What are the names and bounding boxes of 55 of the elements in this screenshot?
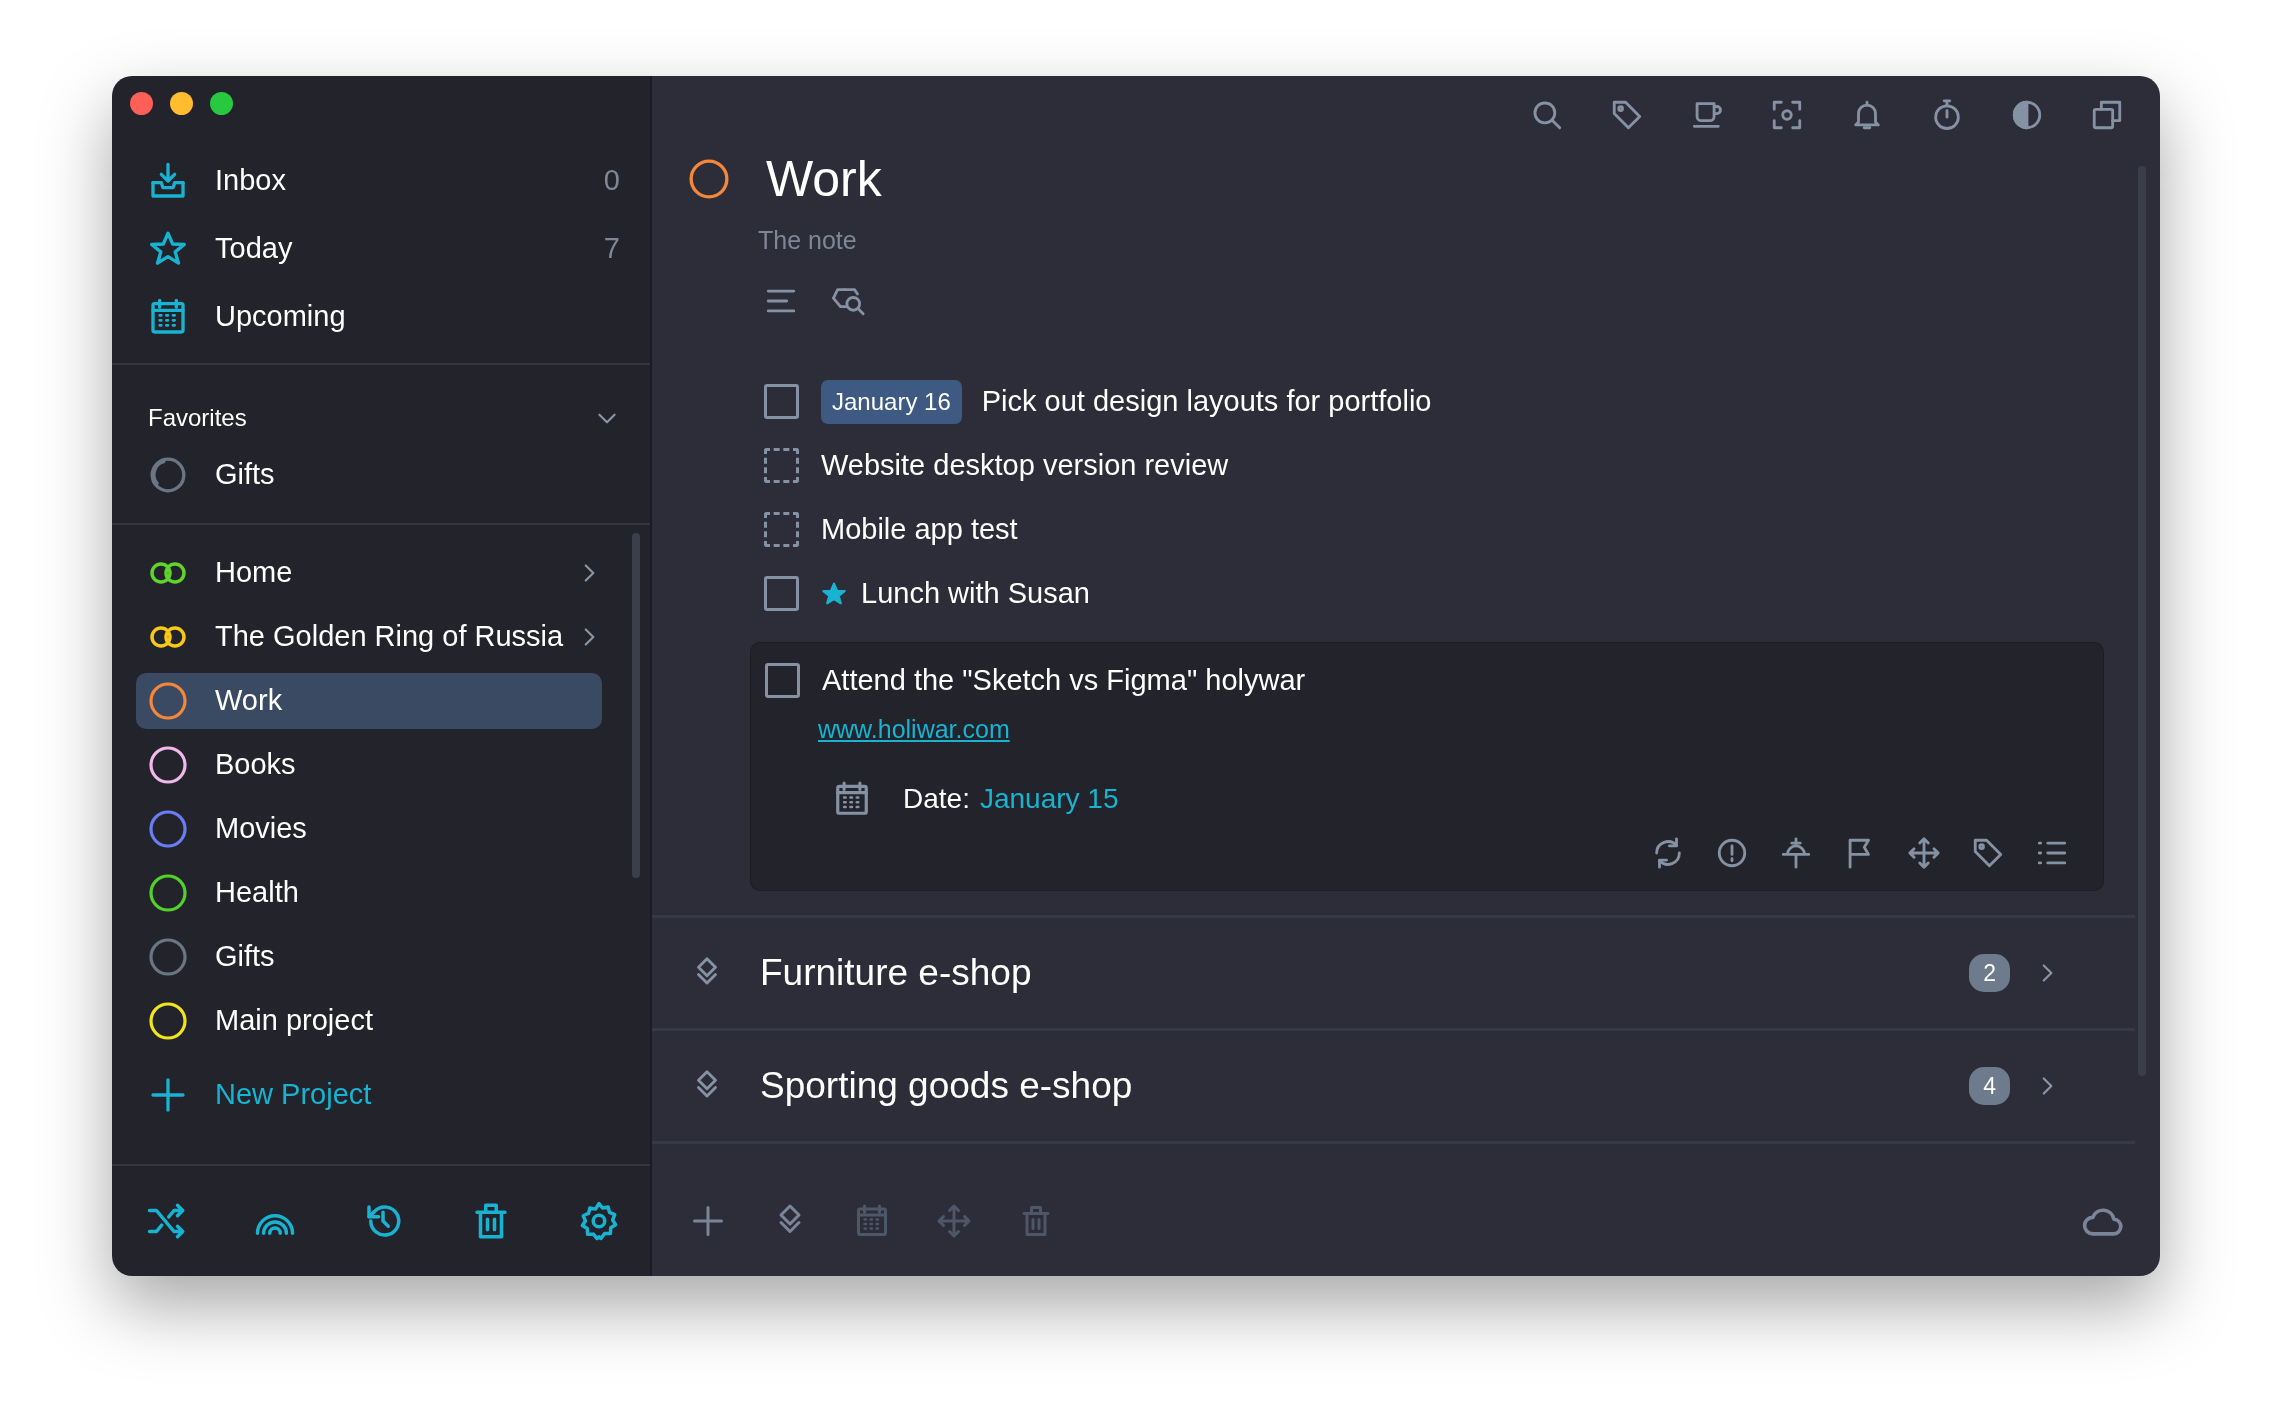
- checkbox[interactable]: [764, 384, 799, 419]
- project-item[interactable]: Movies: [136, 801, 602, 857]
- nav-item[interactable]: Today 7: [112, 215, 650, 283]
- project-item[interactable]: Main project: [136, 993, 602, 1049]
- project-item[interactable]: The Golden Ring of Russia: [136, 609, 602, 665]
- minimize-button[interactable]: [170, 92, 193, 115]
- focus-icon[interactable]: [1770, 98, 1804, 132]
- scrollbar[interactable]: [632, 533, 640, 878]
- count-badge: 4: [1969, 1066, 2010, 1106]
- project-item[interactable]: Health: [136, 865, 602, 921]
- project-item[interactable]: Work: [136, 673, 602, 729]
- calendar-icon: [148, 297, 188, 337]
- date-label: Date:: [903, 782, 970, 816]
- checkbox[interactable]: [764, 448, 799, 483]
- item-count: 7: [603, 231, 620, 267]
- project-item[interactable]: Books: [136, 737, 602, 793]
- plus-icon[interactable]: [690, 1203, 726, 1239]
- project-item[interactable]: Home: [136, 545, 602, 601]
- section-title: Favorites: [148, 403, 247, 433]
- nav-item[interactable]: Upcoming: [112, 283, 650, 351]
- alert-icon[interactable]: [1715, 836, 1749, 870]
- project-item[interactable]: Gifts: [136, 929, 602, 985]
- inbox-icon: [148, 161, 188, 201]
- project-note: The note: [757, 225, 858, 256]
- task-title[interactable]: Lunch with Susan: [861, 571, 1090, 616]
- settings-icon[interactable]: [578, 1200, 620, 1242]
- date-tag: January 16: [821, 379, 962, 424]
- heading-row[interactable]: Sporting goods e-shop 4: [652, 1031, 2160, 1141]
- move-icon[interactable]: [1907, 836, 1941, 870]
- tag-icon[interactable]: [1610, 98, 1644, 132]
- progress-circle-icon: [148, 455, 188, 495]
- checkbox[interactable]: [765, 663, 800, 698]
- contrast-icon[interactable]: [2010, 98, 2044, 132]
- zoom-button[interactable]: [210, 92, 233, 115]
- close-button[interactable]: [130, 92, 153, 115]
- pin-icon[interactable]: [1779, 836, 1813, 870]
- nav-item[interactable]: Inbox 0: [112, 147, 650, 215]
- link[interactable]: www.holiwar.com: [765, 714, 1010, 743]
- count-badge: 2: [1969, 953, 2010, 993]
- task-title[interactable]: Attend the "Sketch vs Figma" holywar: [822, 658, 1306, 703]
- copy-icon[interactable]: [2090, 98, 2124, 132]
- project-title: Work: [766, 150, 882, 209]
- heading-row[interactable]: Furniture e-shop 2: [652, 918, 2160, 1028]
- task-title[interactable]: Mobile app test: [821, 507, 1018, 552]
- item-count: 0: [603, 163, 620, 199]
- checkbox[interactable]: [764, 576, 799, 611]
- tag-icon[interactable]: [1971, 836, 2005, 870]
- date-value[interactable]: January 15: [979, 778, 1119, 820]
- task-title[interactable]: Pick out design layouts for portfolio: [981, 379, 1432, 424]
- task-title[interactable]: Website desktop version review: [821, 443, 1229, 488]
- calendar-icon: [833, 780, 871, 818]
- checkbox[interactable]: [764, 512, 799, 547]
- new-project-button[interactable]: New Project: [112, 1057, 650, 1133]
- shuffle-icon[interactable]: [146, 1200, 188, 1242]
- favorite-item[interactable]: Gifts: [112, 441, 650, 509]
